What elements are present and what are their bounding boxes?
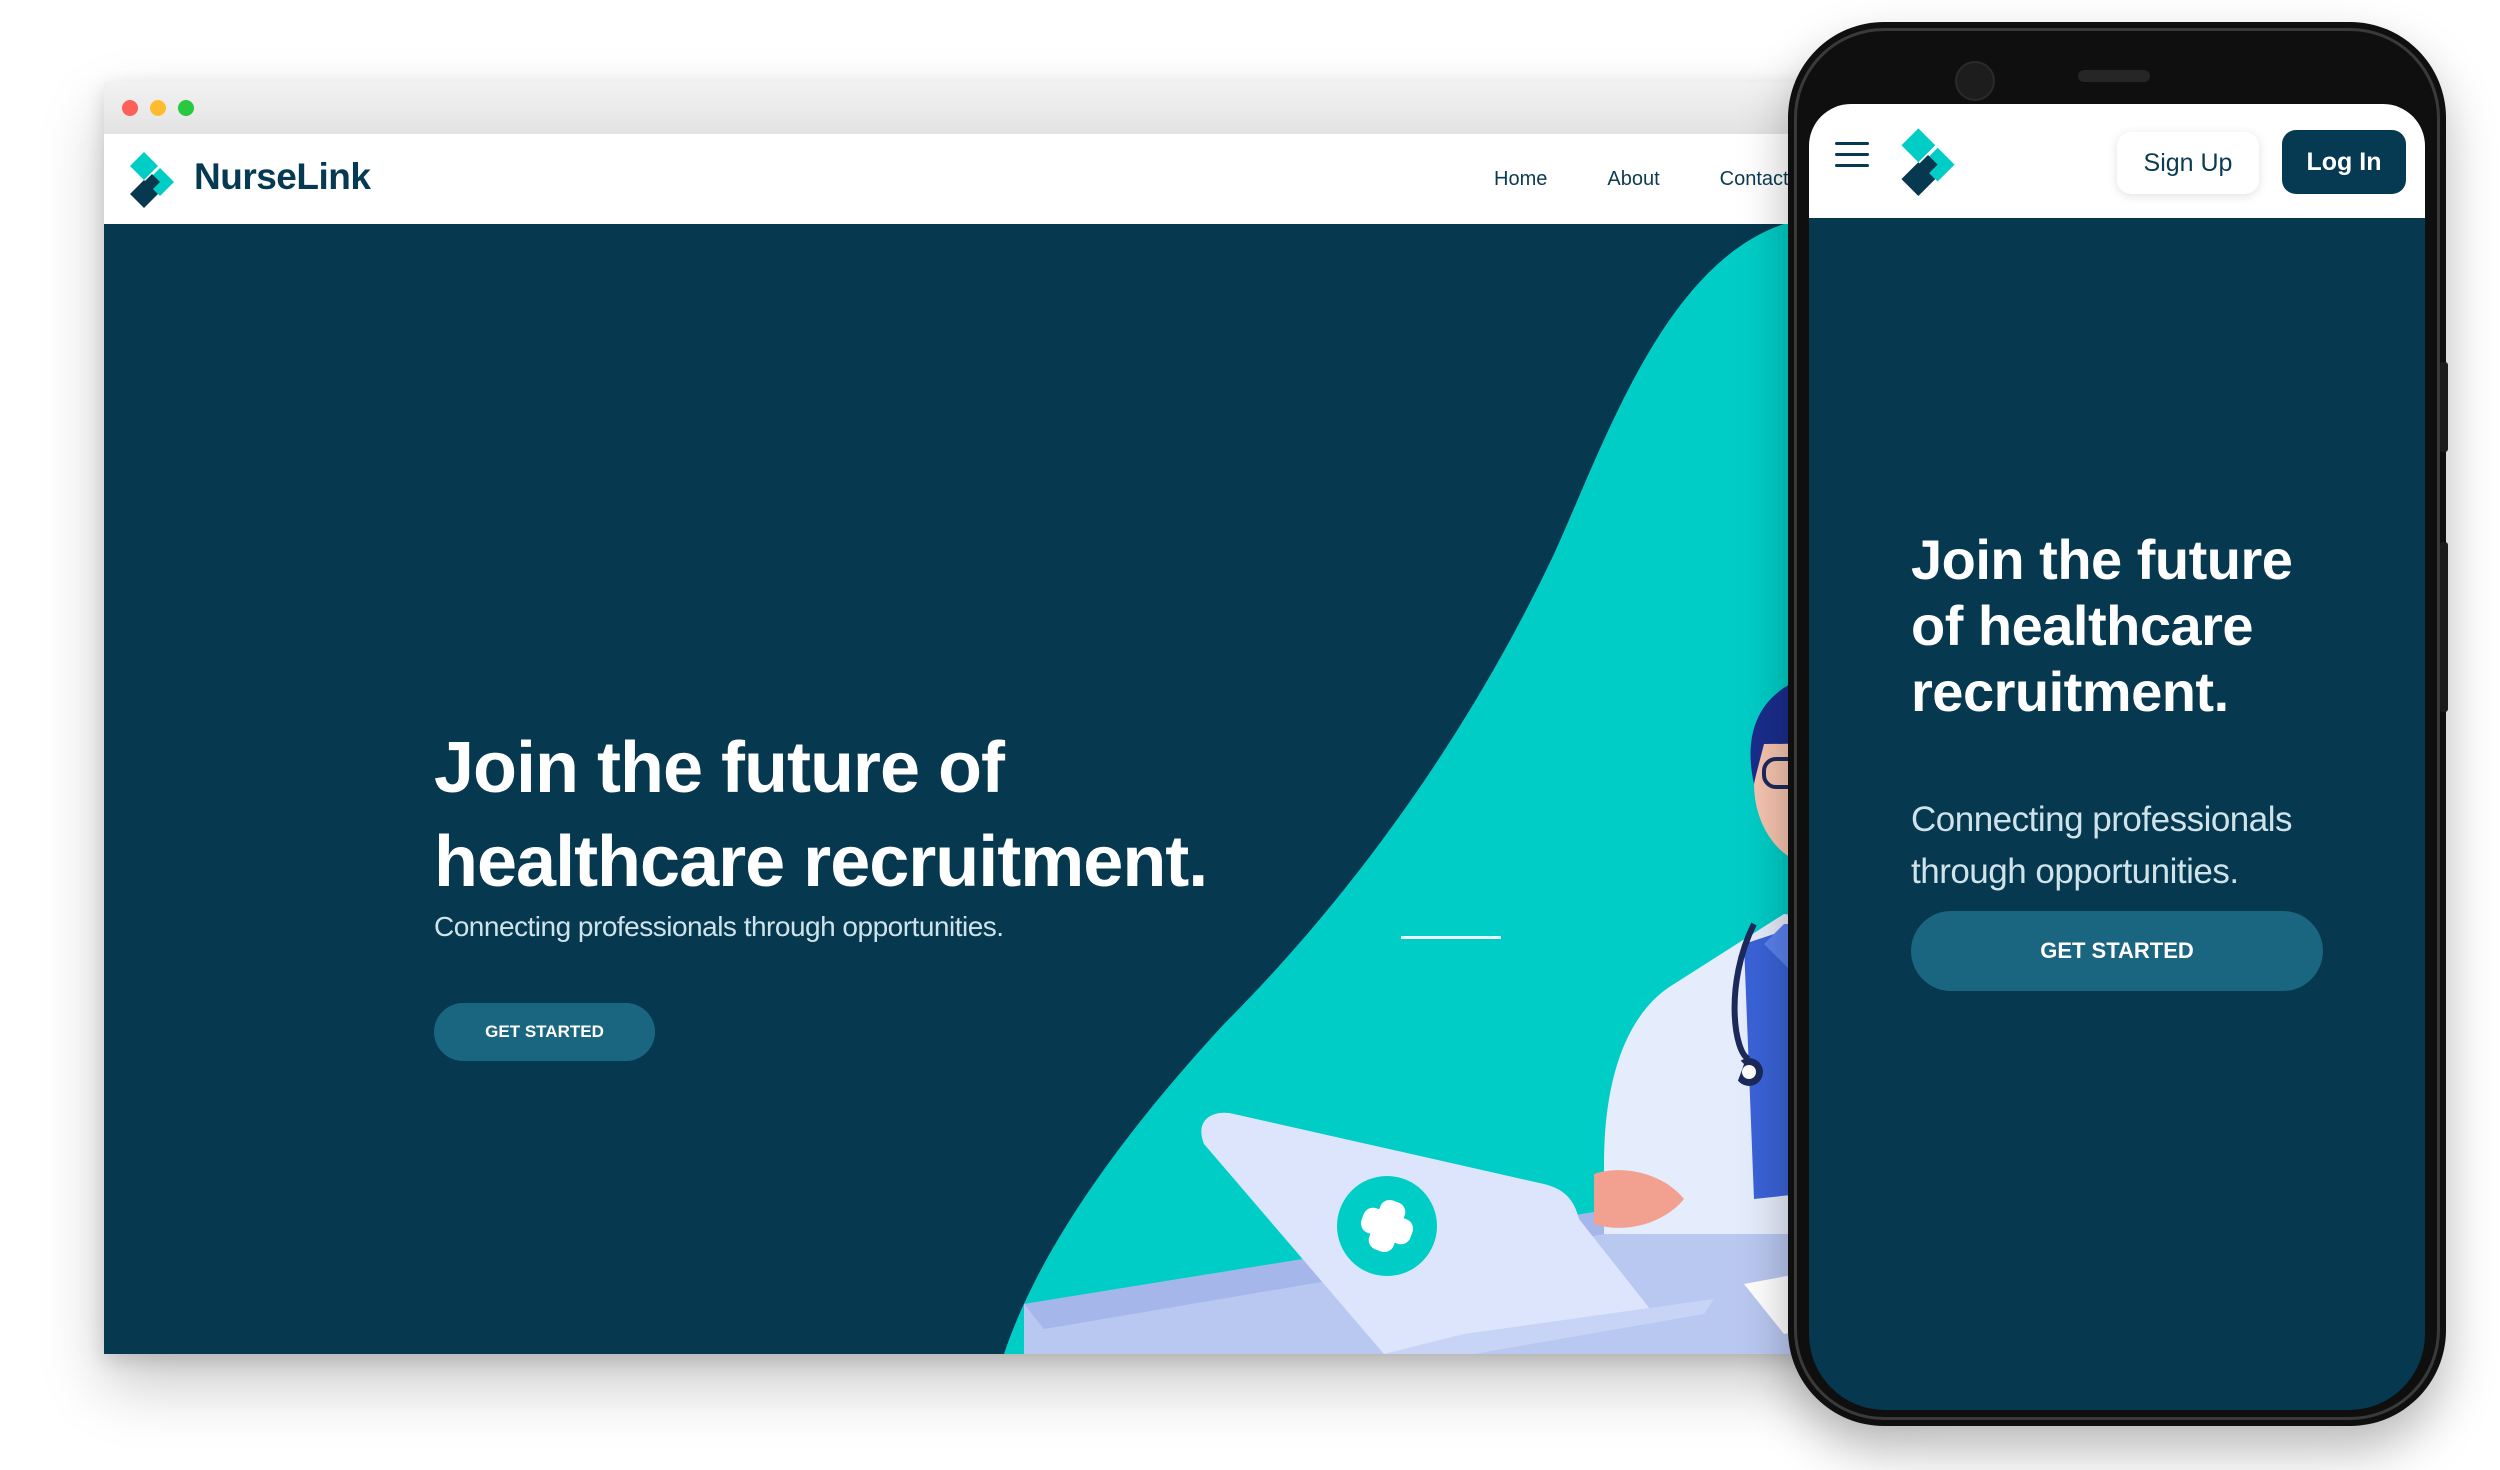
- mobile-hero-title: Join the future of healthcare recruitmen…: [1911, 528, 2293, 723]
- nav-contact-link[interactable]: Contact: [1720, 168, 1789, 191]
- get-started-button[interactable]: GET STARTED: [434, 1003, 655, 1061]
- slide-indicator[interactable]: [1401, 936, 1501, 939]
- nav-about-link[interactable]: About: [1607, 168, 1659, 191]
- mobile-screen: Sign Up Log In Join the future of health…: [1809, 104, 2425, 1410]
- brand-name[interactable]: NurseLink: [194, 156, 371, 198]
- log-in-button[interactable]: Log In: [2282, 130, 2406, 194]
- hero-section: Join the future of healthcare recruitmen…: [104, 224, 1924, 1354]
- maximize-window-button[interactable]: [178, 100, 194, 116]
- browser-title-bar: [104, 82, 1924, 135]
- hero-subtitle: Connecting professionals through opportu…: [434, 911, 1004, 942]
- phone-side-button: [2440, 362, 2448, 452]
- nurselink-logo-icon[interactable]: [1899, 126, 1957, 196]
- mobile-get-started-button[interactable]: GET STARTED: [1911, 911, 2323, 991]
- hero-title: Join the future of healthcare recruitmen…: [434, 721, 1334, 909]
- phone-camera-icon: [1955, 61, 1995, 101]
- mobile-header: Sign Up Log In: [1809, 104, 2425, 218]
- sign-up-button[interactable]: Sign Up: [2117, 132, 2259, 194]
- minimize-window-button[interactable]: [150, 100, 166, 116]
- phone-volume-button: [2440, 542, 2448, 712]
- hero-title-line1: Join the future of: [434, 728, 1005, 808]
- mobile-hero-subtitle: Connecting professionals through opportu…: [1911, 800, 2293, 891]
- nav-home-link[interactable]: Home: [1494, 168, 1547, 191]
- nurselink-logo-icon[interactable]: [128, 150, 176, 208]
- site-header: NurseLink Home About Contact: [104, 134, 1924, 224]
- hero-title-line2: healthcare recruitment.: [434, 822, 1208, 902]
- desktop-browser-window: NurseLink Home About Contact Join the fu…: [104, 82, 1924, 1354]
- hamburger-icon[interactable]: [1835, 142, 1869, 172]
- mobile-phone-frame: Sign Up Log In Join the future of health…: [1788, 22, 2448, 1426]
- phone-speaker: [2078, 70, 2150, 82]
- close-window-button[interactable]: [122, 100, 138, 116]
